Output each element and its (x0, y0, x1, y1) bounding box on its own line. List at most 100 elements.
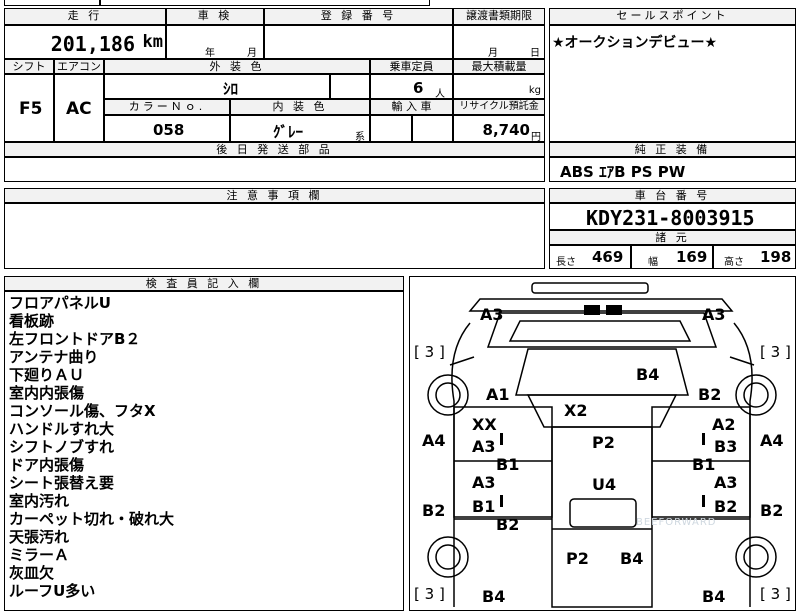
ext-color-value: ｼﾛ (223, 80, 239, 98)
remark-line: フロアパネルU (9, 294, 111, 312)
aircon-value: AC (66, 99, 92, 119)
mileage-header: 走 行 (4, 8, 166, 25)
import-cell-b (412, 115, 453, 142)
remark-line: シート張替え要 (9, 474, 115, 492)
chassis-cell: KDY231-8003915 (549, 203, 796, 230)
ext-color-sub-cell (330, 74, 370, 99)
sales-point-text: ★オークションデビュー★ (552, 35, 718, 51)
reg-no-cell (264, 25, 453, 59)
color-no-value: 058 (153, 121, 185, 139)
ext-color-header: 外 装 色 (104, 59, 370, 74)
ext-color-cell: ｼﾛ (104, 74, 330, 99)
damage-code: P2 (566, 549, 589, 568)
max-load-header: 最大積載量 (453, 59, 545, 74)
remark-line: シフトノブすれ (9, 438, 115, 456)
width-value: 169 (676, 248, 708, 266)
sales-point-cell: ★オークションデビュー★ (549, 25, 796, 142)
damage-code: U4 (592, 475, 617, 494)
mileage-cell: 201,186 km (4, 25, 166, 59)
damage-code: B2 (422, 501, 446, 520)
remark-line: 室内汚れ (9, 492, 70, 510)
height-label: 高さ (724, 257, 744, 268)
remark-line: 左フロントドアB２ (9, 330, 141, 348)
int-color-value: ｸﾞﾚｰ (273, 123, 304, 141)
tread-front-right: [ 3 ] (760, 343, 791, 361)
damage-code: A1 (486, 385, 510, 404)
watermark: BEEFORWARD (636, 517, 717, 528)
mileage-value: 201,186 (50, 32, 135, 56)
height-value: 198 (760, 248, 792, 266)
remark-line: カーペット切れ・破れ大 (9, 510, 175, 528)
damage-code: B4 (482, 587, 506, 606)
damage-code: B2 (714, 497, 738, 516)
damage-code: A2 (712, 415, 736, 434)
damage-code: A4 (422, 431, 446, 450)
recycle-value: 8,740 (482, 121, 530, 139)
damage-code: A3 (472, 473, 496, 492)
aircon-cell: AC (54, 74, 104, 142)
month-label: 月 (488, 48, 498, 59)
remark-line: 看板跡 (9, 312, 55, 330)
capacity-cell: 6 人 (370, 74, 453, 100)
damage-code: B4 (636, 365, 660, 384)
width-cell: 幅 169 (631, 245, 713, 269)
damage-code: B1 (472, 497, 496, 516)
damage-code: B3 (714, 437, 738, 456)
remark-line: アンテナ曲り (9, 348, 99, 366)
day-label: 日 (530, 48, 540, 59)
person-unit: 人 (435, 89, 445, 100)
damage-code: B4 (702, 587, 726, 606)
inspector-remarks-cell: フロアパネルU 看板跡 左フロントドアB２ アンテナ曲り 下廻りＡＵ 室内内張傷 コンソール… (4, 291, 404, 611)
tread-rear-left: [ 3 ] (414, 585, 445, 603)
remark-line: ドア内張傷 (9, 456, 85, 474)
tread-rear-right: [ 3 ] (760, 585, 791, 603)
max-load-cell: kg (453, 74, 545, 99)
remark-line: 室内内張傷 (9, 384, 85, 402)
damage-code: A4 (760, 431, 784, 450)
chassis-value: KDY231-8003915 (586, 206, 755, 230)
tread-front-left: [ 3 ] (414, 343, 445, 361)
genuine-equipment-header: 純 正 装 備 (549, 142, 796, 157)
reg-no-header: 登 録 番 号 (264, 8, 453, 25)
remark-line: 灰皿欠 (9, 564, 55, 582)
int-color-header: 内 装 色 (230, 99, 370, 115)
color-no-cell: 058 (104, 115, 230, 142)
damage-code: B1 (496, 455, 520, 474)
vehicle-diagram: [ 3 ] [ 3 ] [ 3 ] [ 3 ] A3 A3 B4 A1 B2 X… (409, 276, 796, 611)
length-cell: 長さ 469 (549, 245, 631, 269)
notes-header: 注 意 事 項 欄 (4, 188, 545, 203)
chassis-header: 車 台 番 号 (549, 188, 796, 203)
genuine-equipment-value: ABS ｴｱB PS PW (560, 163, 686, 181)
damage-code: A3 (714, 473, 738, 492)
shift-value: F5 (19, 99, 43, 119)
shift-header: シフト (4, 59, 54, 74)
mileage-unit: km (142, 32, 163, 52)
length-value: 469 (592, 248, 624, 266)
capacity-value: 6 (413, 79, 424, 97)
series-suffix: 系 (355, 132, 365, 143)
width-label: 幅 (648, 257, 658, 268)
damage-code: B1 (692, 455, 716, 474)
later-parts-header: 後 日 発 送 部 品 (4, 142, 545, 157)
capacity-header: 乗車定員 (370, 59, 453, 74)
recycle-cell: 8,740 円 (453, 115, 545, 143)
yen-unit: 円 (531, 132, 541, 143)
top-cut-cell (100, 0, 430, 6)
damage-code: A3 (472, 437, 496, 456)
remark-line: ミラーＡ (9, 546, 70, 564)
damage-code: XX (472, 415, 497, 434)
damage-code: B2 (698, 385, 722, 404)
aircon-header: エアコン (54, 59, 104, 74)
inspection-cell: 年 月 (166, 25, 264, 59)
remarks-list: フロアパネルU 看板跡 左フロントドアB２ アンテナ曲り 下廻りＡＵ 室内内張傷 コンソール… (9, 294, 174, 600)
int-color-cell: ｸﾞﾚｰ 系 (230, 115, 370, 143)
damage-code: B4 (620, 549, 644, 568)
genuine-equipment-cell: ABS ｴｱB PS PW (549, 157, 796, 182)
kg-unit: kg (528, 85, 541, 96)
recycle-header: リサイクル預託金 (453, 99, 545, 115)
remark-line: ルーフU多い (9, 582, 96, 600)
sales-point-header: セールスポイント (549, 8, 796, 25)
top-cut-cell (4, 0, 100, 6)
month-label: 月 (247, 48, 257, 59)
remark-line: 下廻りＡＵ (9, 366, 85, 384)
